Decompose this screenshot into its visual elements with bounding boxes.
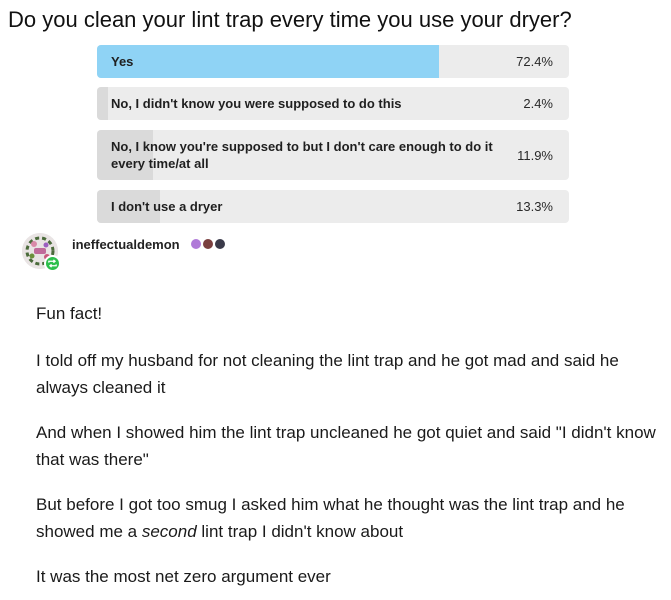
- poll-option-percent: 13.3%: [516, 199, 553, 214]
- post-paragraph: But before I got too smug I asked him wh…: [36, 491, 656, 545]
- post-paragraph-text: But before I got too smug I asked him wh…: [36, 495, 625, 541]
- username[interactable]: ineffectualdemon: [72, 237, 180, 252]
- post-paragraph: It was the most net zero argument ever: [36, 567, 331, 586]
- post-paragraph: And when I showed him the lint trap uncl…: [36, 423, 656, 469]
- poll-option-label: No, I know you're supposed to but I don'…: [111, 139, 493, 171]
- poll-option-percent: 72.4%: [516, 54, 553, 69]
- post-body: Fun fact! I told off my husband for not …: [36, 300, 656, 600]
- user-badges: [191, 239, 225, 249]
- poll-option-percent: 2.4%: [523, 96, 553, 111]
- poll-option-no-dryer[interactable]: I don't use a dryer 13.3%: [97, 190, 569, 223]
- avatar[interactable]: [22, 233, 61, 272]
- post-paragraph: Fun fact!: [36, 304, 103, 323]
- poll-option-label: I don't use a dryer: [111, 199, 223, 214]
- badge-icon: [191, 239, 201, 249]
- poll-option-label: No, I didn't know you were supposed to d…: [111, 96, 402, 111]
- badge-icon: [215, 239, 225, 249]
- post-paragraph: I told off my husband for not cleaning t…: [36, 351, 619, 397]
- poll-option-yes[interactable]: Yes 72.4%: [97, 45, 569, 78]
- poll-option-percent: 11.9%: [517, 148, 553, 163]
- poll-option-didnt-know[interactable]: No, I didn't know you were supposed to d…: [97, 87, 569, 120]
- poll-option-label: Yes: [111, 54, 134, 69]
- badge-icon: [203, 239, 213, 249]
- poll-option-dont-care[interactable]: No, I know you're supposed to but I don'…: [97, 130, 569, 180]
- reblog-icon: [44, 255, 61, 272]
- poll-question: Do you clean your lint trap every time y…: [8, 7, 572, 32]
- poll-option-fill: [97, 87, 109, 120]
